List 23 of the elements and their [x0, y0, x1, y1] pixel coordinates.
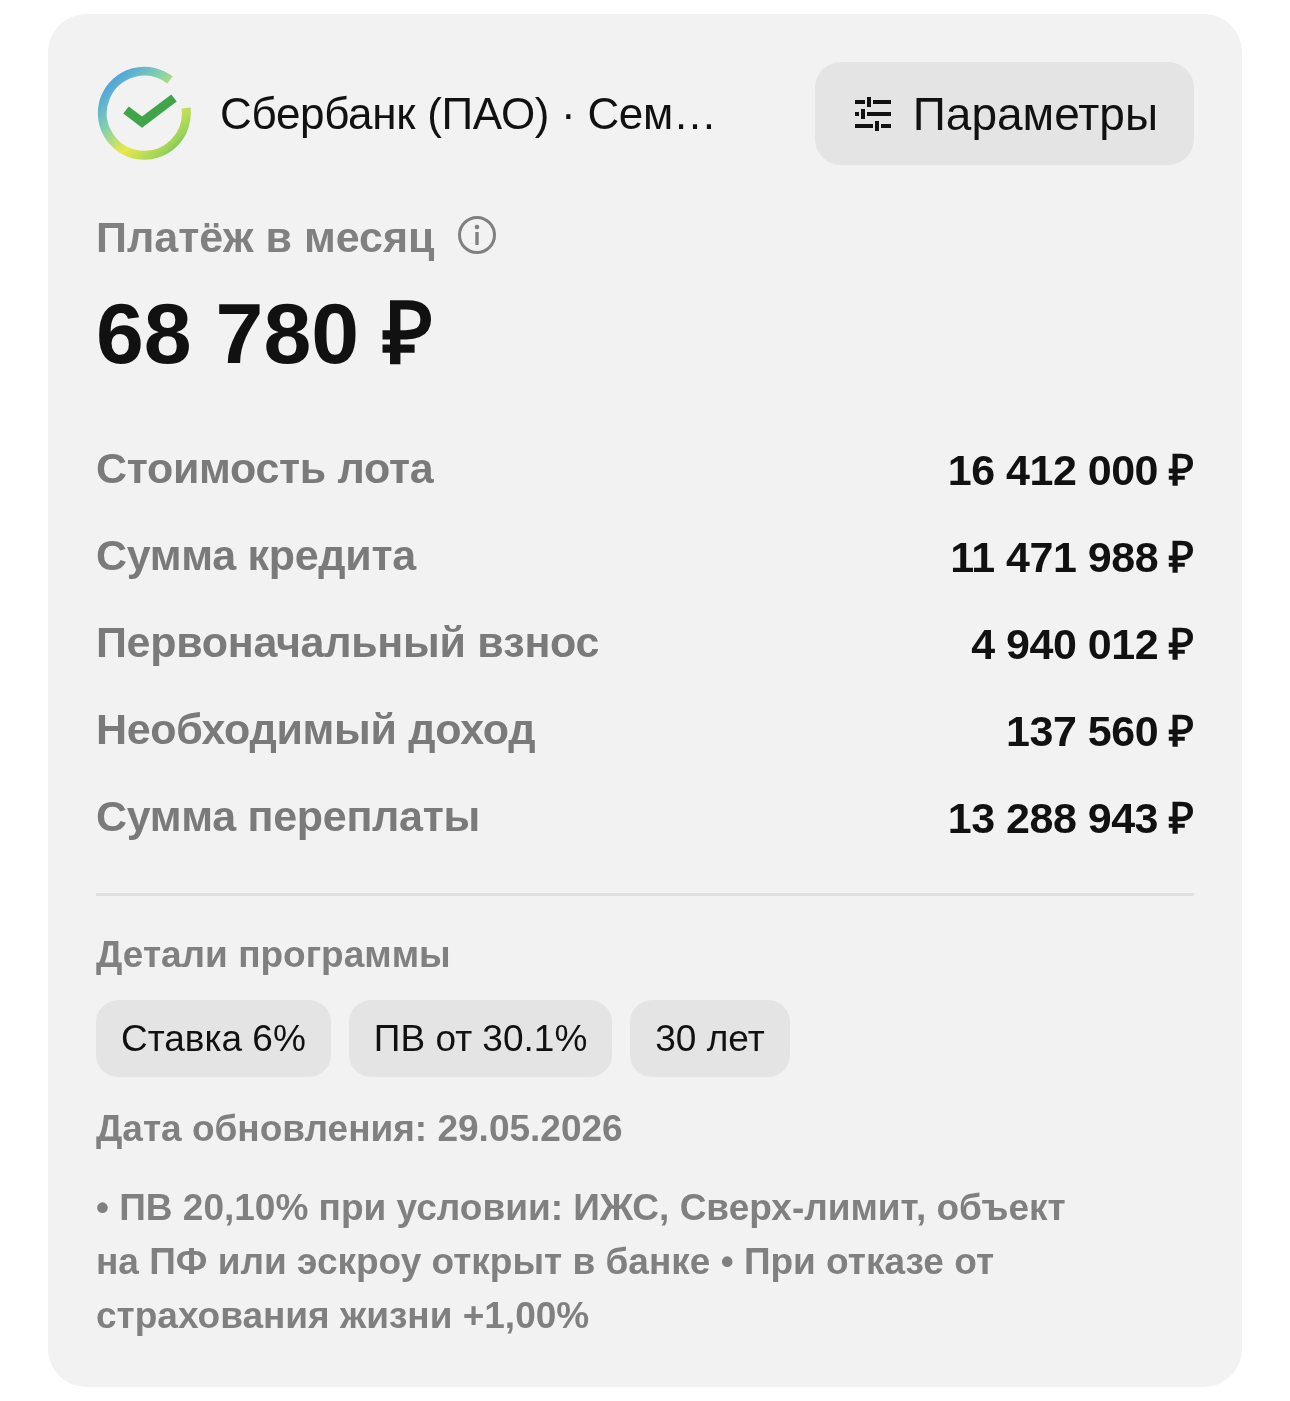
info-icon[interactable]	[456, 215, 497, 255]
update-date-text: Дата обновления: 29.05.2026	[96, 1107, 624, 1151]
monthly-payment-amount: 68 780 ₽	[96, 284, 434, 383]
summary-label: Стоимость лота	[96, 444, 434, 493]
summary-value: 16 412 000 ₽	[947, 445, 1194, 496]
summary-value: 13 288 943 ₽	[947, 793, 1194, 844]
summary-label: Первоначальный взнос	[96, 618, 600, 667]
summary-label: Сумма кредита	[96, 531, 416, 580]
summary-label: Сумма переплаты	[96, 792, 480, 841]
check-circle-logo-icon	[96, 65, 192, 162]
program-tag: ПВ от 30.1%	[348, 1000, 613, 1077]
sliders-icon	[854, 96, 891, 131]
program-tag: Ставка 6%	[96, 1000, 331, 1077]
summary-value: 11 471 988 ₽	[950, 532, 1194, 583]
bank-title: Сбербанк (ПАО) · Сем…	[220, 88, 718, 139]
section-title: Детали программы	[96, 933, 452, 977]
payment-label: Платёж в месяц	[96, 212, 435, 262]
summary-value: 4 940 012 ₽	[971, 619, 1194, 670]
summary-value: 137 560 ₽	[1006, 706, 1194, 757]
conditions-note: • ПВ 20,10% при условии: ИЖС, Сверх-лимит, объект на ПФ или эскроу открыт в банке • При отказе от страхования жизни +1,00%	[96, 1186, 1067, 1338]
settings-button[interactable]: Параметры	[814, 62, 1194, 165]
summary-label: Необходимый доход	[96, 705, 536, 754]
program-tag: 30 лет	[630, 1000, 790, 1077]
